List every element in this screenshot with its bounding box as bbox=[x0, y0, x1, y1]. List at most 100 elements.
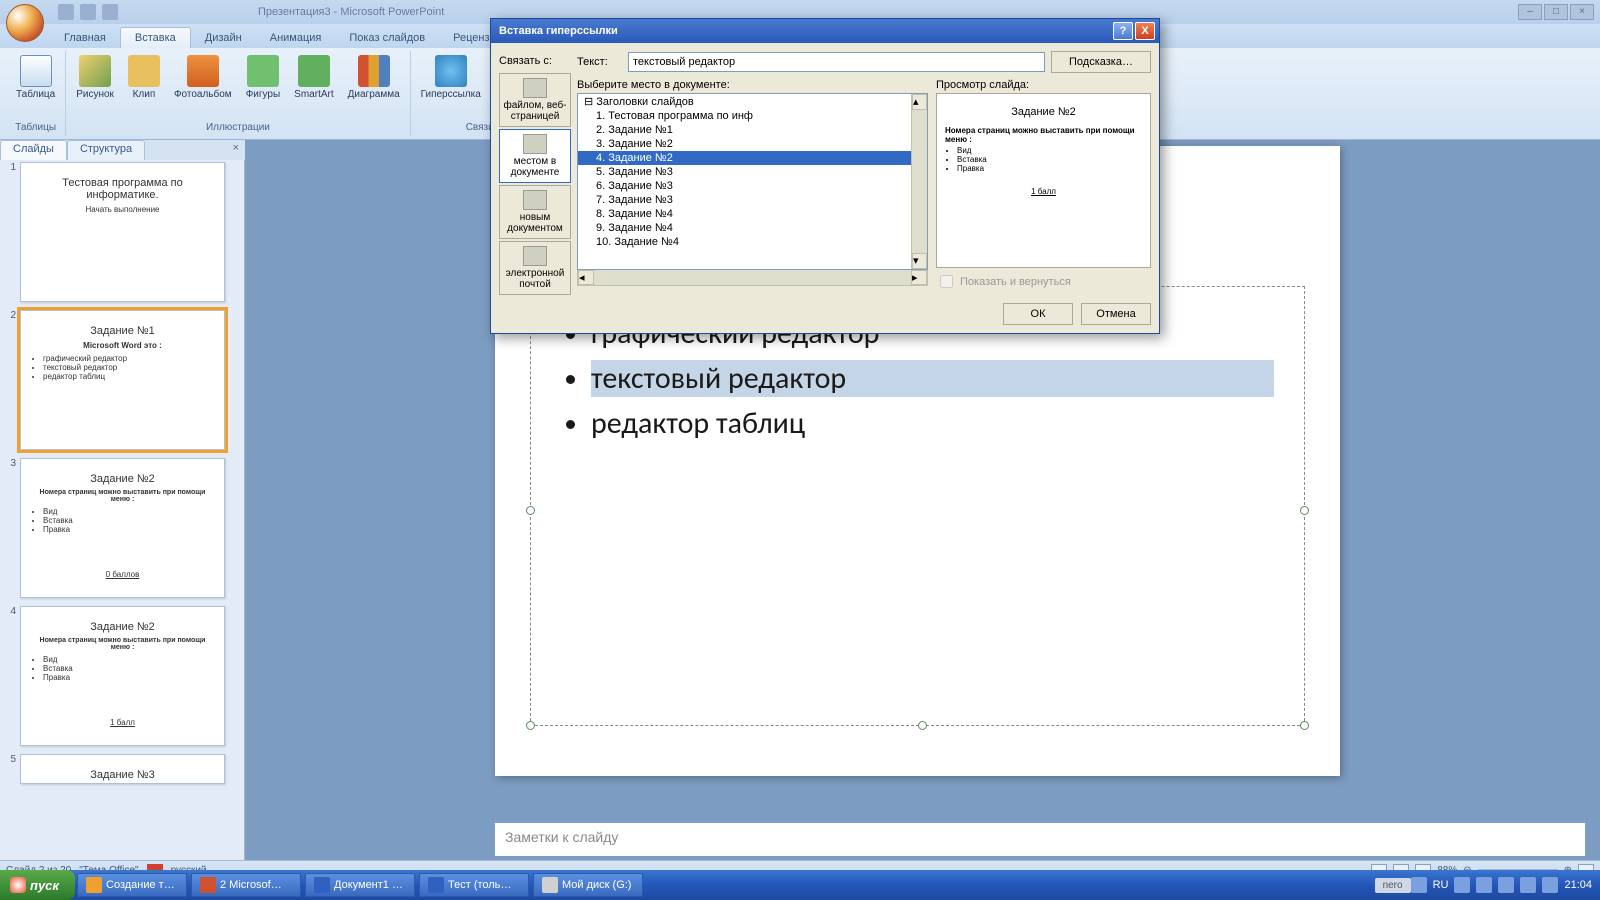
slide-thumbnails-panel[interactable]: 1 Тестовая программа по информатике. Нач… bbox=[0, 140, 245, 862]
link-to-file-web[interactable]: файлом, веб-страницей bbox=[499, 73, 571, 127]
scroll-down-icon[interactable]: ▾ bbox=[912, 253, 927, 269]
thumb-row[interactable]: 2 Задание №1 Microsoft Word это : графич… bbox=[4, 310, 240, 450]
minimize-button[interactable]: – bbox=[1518, 4, 1542, 20]
taskbar-item[interactable]: Мой диск (G:) bbox=[533, 873, 643, 897]
tree-item-selected[interactable]: 4. Задание №2 bbox=[578, 151, 911, 165]
panel-close-icon[interactable]: × bbox=[227, 140, 245, 160]
resize-handle[interactable] bbox=[526, 721, 535, 730]
app-icon bbox=[86, 877, 102, 893]
redo-icon[interactable] bbox=[102, 4, 118, 20]
tree-item[interactable]: 9. Задание №4 bbox=[578, 221, 911, 235]
clock[interactable]: 21:04 bbox=[1564, 879, 1592, 891]
clip-icon bbox=[128, 55, 160, 87]
tab-slideshow[interactable]: Показ слайдов bbox=[335, 28, 439, 48]
slide-thumb-4[interactable]: Задание №2 Номера страниц можно выставит… bbox=[20, 606, 225, 746]
tree-item[interactable]: 1. Тестовая программа по инф bbox=[578, 109, 911, 123]
tray-icon[interactable] bbox=[1542, 877, 1558, 893]
bullet-item-selected[interactable]: текстовый редактор bbox=[591, 360, 1274, 397]
link-to-new-doc[interactable]: новым документом bbox=[499, 185, 571, 239]
tree-root[interactable]: ⊟ Заголовки слайдов bbox=[578, 94, 911, 109]
tree-item[interactable]: 2. Задание №1 bbox=[578, 123, 911, 137]
tree-view[interactable]: ⊟ Заголовки слайдов 1. Тестовая программ… bbox=[577, 93, 928, 270]
tray-icon[interactable] bbox=[1520, 877, 1536, 893]
picture-button[interactable]: Рисунок bbox=[74, 53, 116, 102]
hyperlink-button[interactable]: Гиперссылка bbox=[419, 53, 483, 102]
taskbar-item[interactable]: 2 Microsof… bbox=[191, 873, 301, 897]
clip-button[interactable]: Клип bbox=[126, 53, 162, 102]
taskbar-item[interactable]: Документ1 … bbox=[305, 873, 415, 897]
tab-design[interactable]: Дизайн bbox=[191, 28, 256, 48]
tree-hscrollbar[interactable]: ◂▸ bbox=[577, 270, 928, 286]
taskbar-item[interactable]: Тест (толь… bbox=[419, 873, 529, 897]
slide-thumb-5[interactable]: Задание №3 bbox=[20, 754, 225, 784]
app-icon bbox=[314, 877, 330, 893]
text-label: Текст: bbox=[577, 56, 622, 68]
thumb-row[interactable]: 3 Задание №2 Номера страниц можно выстав… bbox=[4, 458, 240, 598]
maximize-button[interactable]: □ bbox=[1544, 4, 1568, 20]
scroll-up-icon[interactable]: ▴ bbox=[912, 94, 927, 110]
resize-handle[interactable] bbox=[526, 506, 535, 515]
resize-handle[interactable] bbox=[918, 721, 927, 730]
tray-icon[interactable] bbox=[1454, 877, 1470, 893]
display-text-input[interactable] bbox=[628, 52, 1045, 72]
office-button[interactable] bbox=[6, 4, 44, 42]
scroll-left-icon[interactable]: ◂ bbox=[578, 270, 594, 285]
tray-icon[interactable] bbox=[1498, 877, 1514, 893]
smartart-button[interactable]: SmartArt bbox=[292, 53, 335, 102]
chart-icon bbox=[358, 55, 390, 87]
content-textbox[interactable]: графический редактор текстовый редактор … bbox=[530, 286, 1305, 726]
start-button[interactable]: пуск bbox=[0, 870, 75, 900]
tree-item[interactable]: 8. Задание №4 bbox=[578, 207, 911, 221]
dialog-help-button[interactable]: ? bbox=[1113, 22, 1133, 40]
ok-button[interactable]: ОК bbox=[1003, 303, 1073, 325]
document-target-icon bbox=[523, 134, 547, 154]
taskbar-item[interactable]: Создание т… bbox=[77, 873, 187, 897]
dialog-main: Текст: Подсказка… Выберите место в докум… bbox=[577, 51, 1151, 325]
slide-thumb-2[interactable]: Задание №1 Microsoft Word это : графичес… bbox=[20, 310, 225, 450]
screentip-button[interactable]: Подсказка… bbox=[1051, 51, 1151, 73]
link-to-email[interactable]: электронной почтой bbox=[499, 241, 571, 295]
dialog-close-button[interactable]: X bbox=[1135, 22, 1155, 40]
tray-icon[interactable] bbox=[1411, 877, 1427, 893]
album-button[interactable]: Фотоальбом bbox=[172, 53, 234, 102]
resize-handle[interactable] bbox=[1300, 506, 1309, 515]
bullet-list: графический редактор текстовый редактор … bbox=[561, 315, 1274, 442]
show-return-check bbox=[940, 275, 953, 288]
scroll-right-icon[interactable]: ▸ bbox=[911, 270, 927, 285]
nero-search[interactable]: nero bbox=[1375, 878, 1411, 893]
lang-indicator[interactable]: RU bbox=[1433, 879, 1449, 891]
slide-thumb-3[interactable]: Задание №2 Номера страниц можно выставит… bbox=[20, 458, 225, 598]
table-button[interactable]: Таблица bbox=[14, 53, 57, 102]
tree-item[interactable]: 5. Задание №3 bbox=[578, 165, 911, 179]
notes-pane[interactable]: Заметки к слайду bbox=[495, 820, 1585, 856]
save-icon[interactable] bbox=[58, 4, 74, 20]
link-to-place-in-doc[interactable]: местом в документе bbox=[499, 129, 571, 183]
tree-item[interactable]: 3. Задание №2 bbox=[578, 137, 911, 151]
bullet-item[interactable]: редактор таблиц bbox=[591, 405, 1274, 442]
insert-hyperlink-dialog: Вставка гиперссылки ? X Связать с: файло… bbox=[490, 18, 1160, 334]
preview-column: Просмотр слайда: Задание №2 Номера стран… bbox=[936, 79, 1151, 291]
undo-icon[interactable] bbox=[80, 4, 96, 20]
tab-animation[interactable]: Анимация bbox=[256, 28, 336, 48]
resize-handle[interactable] bbox=[1300, 721, 1309, 730]
tree-item[interactable]: 6. Задание №3 bbox=[578, 179, 911, 193]
tree-vscrollbar[interactable]: ▴▾ bbox=[911, 94, 927, 269]
cancel-button[interactable]: Отмена bbox=[1081, 303, 1151, 325]
tree-item[interactable]: 7. Задание №3 bbox=[578, 193, 911, 207]
tree-item[interactable]: 10. Задание №4 bbox=[578, 235, 911, 249]
thumb-row[interactable]: 1 Тестовая программа по информатике. Нач… bbox=[4, 162, 240, 302]
tab-insert[interactable]: Вставка bbox=[120, 27, 191, 48]
thumb-row[interactable]: 4 Задание №2 Номера страниц можно выстав… bbox=[4, 606, 240, 746]
taskbar: пуск Создание т… 2 Microsof… Документ1 …… bbox=[0, 870, 1600, 900]
dialog-titlebar[interactable]: Вставка гиперссылки ? X bbox=[491, 19, 1159, 43]
shapes-button[interactable]: Фигуры bbox=[244, 53, 282, 102]
tab-outline[interactable]: Структура bbox=[67, 140, 145, 160]
chart-button[interactable]: Диаграмма bbox=[346, 53, 402, 102]
close-button[interactable]: × bbox=[1570, 4, 1594, 20]
tray-icon[interactable] bbox=[1476, 877, 1492, 893]
tab-home[interactable]: Главная bbox=[50, 28, 120, 48]
thumb-row[interactable]: 5 Задание №3 bbox=[4, 754, 240, 784]
tab-slides[interactable]: Слайды bbox=[0, 140, 67, 160]
slide-thumb-1[interactable]: Тестовая программа по информатике. Начат… bbox=[20, 162, 225, 302]
tree-label: Выберите место в документе: bbox=[577, 79, 928, 91]
